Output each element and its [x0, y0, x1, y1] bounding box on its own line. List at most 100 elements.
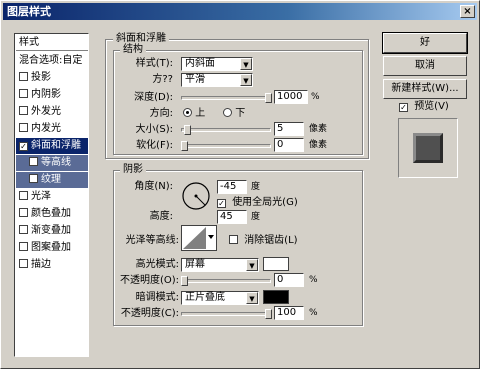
chevron-down-icon: ▼	[240, 74, 252, 86]
shadow-mode-select[interactable]: 正片叠底 ▼	[181, 291, 259, 305]
sidebar-item[interactable]: 颜色叠加	[16, 206, 88, 222]
shadow-opacity-label: 不透明度(C):	[120, 308, 179, 319]
chevron-down-icon: ▼	[246, 259, 258, 271]
sidebar-item[interactable]: 内发光	[16, 121, 88, 137]
sidebar-item-label: 等高线	[41, 157, 71, 168]
highlight-mode-select[interactable]: 屏幕 ▼	[181, 258, 259, 272]
preview-option[interactable]: ✓ 预览(V)	[399, 100, 449, 114]
sidebar-item[interactable]: 纹理	[16, 172, 88, 188]
global-light-checkbox[interactable]: ✓	[217, 199, 226, 208]
sidebar-item-checkbox[interactable]	[19, 208, 28, 217]
ok-button[interactable]: 好	[382, 32, 468, 54]
angle-input[interactable]: -45	[217, 180, 247, 194]
highlight-color-swatch[interactable]	[263, 257, 289, 271]
sidebar-item-label: 纹理	[41, 174, 61, 185]
altitude-input[interactable]: 45	[217, 210, 247, 224]
soften-unit: 像素	[309, 140, 328, 150]
soften-input[interactable]: 0	[274, 138, 304, 152]
direction-down-option[interactable]: 下	[223, 107, 245, 121]
sidebar-item-checkbox[interactable]	[29, 157, 38, 166]
altitude-unit: 度	[251, 212, 261, 222]
technique-select[interactable]: 平滑 ▼	[181, 73, 253, 87]
radio-down[interactable]	[223, 108, 232, 117]
sidebar-item[interactable]: 外发光	[16, 104, 88, 120]
sidebar-item-checkbox[interactable]	[19, 123, 28, 132]
sidebar-item-checkbox[interactable]	[19, 106, 28, 115]
sidebar-item[interactable]: 投影	[16, 70, 88, 86]
close-button[interactable]: ×	[460, 5, 475, 18]
sidebar-item[interactable]: 渐变叠加	[16, 223, 88, 239]
global-light-option[interactable]: ✓ 使用全局光(G)	[217, 196, 298, 210]
highlight-opacity-input[interactable]: 0	[274, 273, 304, 287]
sidebar-item-checkbox[interactable]	[29, 174, 38, 183]
sidebar-item-checkbox[interactable]	[19, 225, 28, 234]
sidebar-item-label: 外发光	[31, 106, 61, 117]
highlight-opacity-slider[interactable]	[181, 276, 271, 286]
layer-style-dialog: 图层样式 × 样式 混合选项:自定 投影 内阴影 外发光 内发光 ✓ 斜面和浮雕 等高线 纹理光…	[0, 0, 480, 369]
sidebar-item[interactable]: 内阴影	[16, 87, 88, 103]
shadow-opacity-slider[interactable]	[181, 309, 272, 319]
size-slider[interactable]	[181, 125, 271, 135]
highlight-opacity-thumb[interactable]	[181, 276, 188, 286]
antialias-checkbox[interactable]	[229, 235, 238, 244]
sidebar-item-label: 图案叠加	[31, 242, 71, 253]
preview-swatch	[413, 133, 443, 163]
sidebar-item[interactable]: 等高线	[16, 155, 88, 171]
sidebar-item-label: 内发光	[31, 123, 61, 134]
antialias-option[interactable]: 消除锯齿(L)	[229, 234, 298, 248]
styles-list: 样式 混合选项:自定 投影 内阴影 外发光 内发光 ✓ 斜面和浮雕 等高线 纹理 光泽 颜色叠加 渐变…	[14, 33, 89, 357]
direction-down-label: 下	[235, 108, 246, 119]
gloss-contour-picker[interactable]	[181, 225, 217, 251]
preview-label: 预览(V)	[414, 101, 449, 112]
sidebar-item[interactable]: 混合选项:自定	[16, 53, 88, 69]
size-label: 大小(S):	[135, 124, 173, 135]
size-unit: 像素	[309, 124, 328, 134]
global-light-label: 使用全局光(G)	[232, 197, 298, 208]
size-slider-thumb[interactable]	[184, 125, 191, 135]
radio-up[interactable]	[183, 108, 192, 117]
direction-up-label: 上	[195, 108, 206, 119]
shadow-mode-value: 正片叠底	[185, 292, 225, 303]
direction-up-option[interactable]: 上	[183, 107, 205, 121]
sidebar-item[interactable]: 光泽	[16, 189, 88, 205]
sidebar-item[interactable]: 图案叠加	[16, 240, 88, 256]
sidebar-item-checkbox[interactable]: ✓	[19, 142, 28, 151]
sidebar-item-checkbox[interactable]	[19, 259, 28, 268]
soften-label: 软化(F):	[136, 140, 173, 151]
new-style-button[interactable]: 新建样式(W)...	[383, 79, 467, 99]
gloss-contour-label: 光泽等高线:	[125, 235, 179, 246]
size-input[interactable]: 5	[274, 122, 304, 136]
depth-slider[interactable]	[181, 93, 272, 103]
soften-slider-thumb[interactable]	[181, 141, 188, 151]
sidebar-item-checkbox[interactable]	[19, 72, 28, 81]
sidebar-item-label: 描边	[31, 259, 51, 270]
structure-title: 结构	[120, 44, 146, 56]
sidebar-item[interactable]: 描边	[16, 257, 88, 273]
sidebar-item-checkbox[interactable]	[19, 242, 28, 251]
shadow-opacity-unit: %	[309, 308, 318, 318]
shading-title: 阴影	[120, 164, 146, 176]
title-bar[interactable]: 图层样式 ×	[3, 3, 477, 20]
sidebar-item-label: 投影	[31, 72, 51, 83]
style-select[interactable]: 内斜面 ▼	[181, 57, 253, 71]
depth-slider-thumb[interactable]	[265, 93, 272, 103]
preview-checkbox[interactable]: ✓	[399, 103, 408, 112]
highlight-mode-value: 屏幕	[185, 259, 205, 270]
angle-unit: 度	[251, 182, 261, 192]
chevron-down-icon: ▼	[246, 292, 258, 304]
sidebar-item[interactable]: ✓ 斜面和浮雕	[16, 138, 88, 154]
depth-input[interactable]: 1000	[274, 90, 308, 104]
angle-dial[interactable]	[181, 181, 211, 211]
shadow-opacity-thumb[interactable]	[265, 309, 272, 319]
soften-slider[interactable]	[181, 141, 271, 151]
sidebar-item-checkbox[interactable]	[19, 191, 28, 200]
cancel-button[interactable]: 取消	[383, 56, 467, 76]
shadow-color-swatch[interactable]	[263, 290, 289, 304]
angle-dial-icon	[182, 182, 210, 210]
contour-linear-icon	[183, 227, 214, 249]
antialias-label: 消除锯齿(L)	[244, 235, 298, 246]
depth-label: 深度(D):	[134, 92, 173, 103]
style-label: 样式(T):	[135, 58, 173, 69]
sidebar-item-checkbox[interactable]	[19, 89, 28, 98]
shadow-opacity-input[interactable]: 100	[274, 306, 304, 320]
